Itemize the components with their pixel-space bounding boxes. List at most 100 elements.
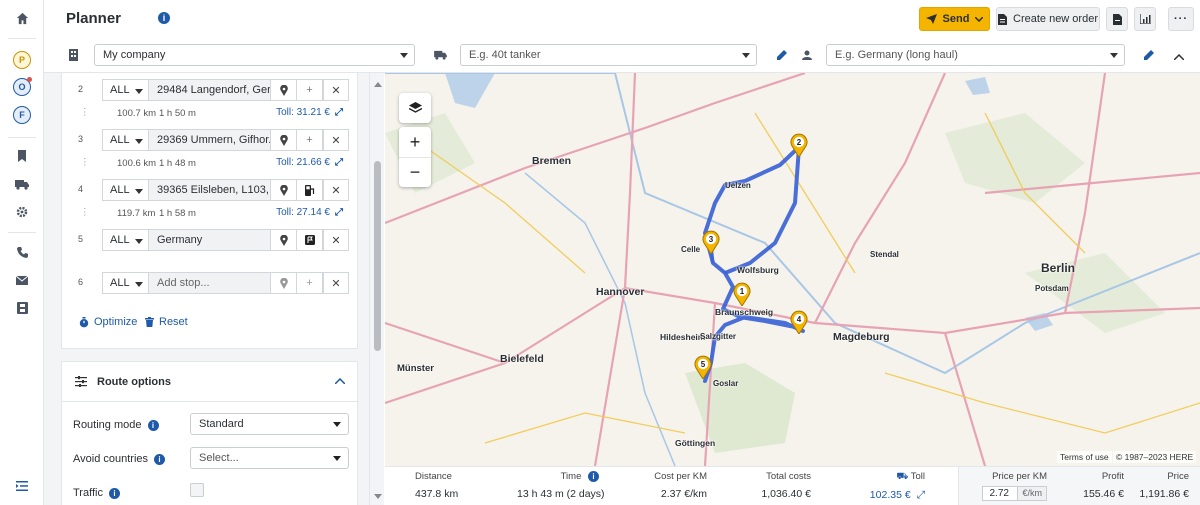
leg-time: 1 h 50 m xyxy=(159,108,196,119)
building-icon xyxy=(69,49,78,64)
stop-address-input[interactable]: 39365 Eilsleben, L103, ... xyxy=(148,179,271,201)
stop-address-input[interactable]: 29369 Ummern, Gifhor... xyxy=(148,129,271,151)
route-marker-3[interactable]: 3 xyxy=(702,230,720,254)
fuel-station-icon[interactable] xyxy=(297,179,323,201)
reset-button[interactable]: Reset xyxy=(145,316,188,328)
expand-icon[interactable]: ⤢ xyxy=(335,107,343,118)
truck-icon[interactable] xyxy=(0,171,44,197)
info-icon[interactable]: i xyxy=(154,453,166,465)
add-stop-input[interactable]: Add stop... xyxy=(148,272,271,294)
total-costs-summary: Total costs 1,036.40 € xyxy=(741,471,811,500)
pin-icon[interactable] xyxy=(271,129,297,151)
gear-icon[interactable] xyxy=(0,199,44,225)
send-button[interactable]: Send xyxy=(919,7,990,31)
collapse-panel-icon[interactable] xyxy=(0,473,44,499)
pin-icon[interactable] xyxy=(271,272,297,294)
pin-icon[interactable] xyxy=(271,229,297,251)
route-map[interactable]: 2 3 1 4 5 Bremen Hannover Bielefeld Magd… xyxy=(385,73,1200,466)
panel-scrollbar[interactable] xyxy=(369,73,384,505)
flag-icon[interactable] xyxy=(297,229,323,251)
leg-toll[interactable]: Toll: 27.14 € xyxy=(276,207,330,218)
company-select[interactable]: My company xyxy=(94,44,415,66)
scroll-up-icon[interactable] xyxy=(374,82,382,87)
remove-stop-icon[interactable]: ✕ xyxy=(323,179,349,201)
add-icon[interactable]: + xyxy=(297,272,323,294)
routing-mode-select[interactable]: Standard xyxy=(190,413,349,435)
add-icon[interactable]: + xyxy=(297,79,323,101)
profile-select[interactable]: E.g. Germany (long haul) xyxy=(826,44,1125,66)
company-value: My company xyxy=(103,49,166,61)
route-options-header[interactable]: Route options xyxy=(62,362,359,402)
info-icon[interactable]: i xyxy=(108,487,120,499)
chart-button[interactable] xyxy=(1134,7,1156,31)
expand-icon[interactable]: ⤢ xyxy=(335,157,343,168)
terms-of-use-link[interactable]: Terms of use xyxy=(1057,451,1112,463)
mail-icon[interactable] xyxy=(0,267,44,293)
stop-number: 3 xyxy=(78,134,84,144)
remove-stop-icon[interactable]: ✕ xyxy=(323,272,349,294)
scroll-down-icon[interactable] xyxy=(374,494,382,499)
stop-type-select[interactable]: ALL xyxy=(102,129,148,151)
route-marker-5[interactable]: 5 xyxy=(694,355,712,379)
route-marker-2[interactable]: 2 xyxy=(790,133,808,157)
stop-type-select[interactable]: ALL xyxy=(102,179,148,201)
zoom-out-button[interactable]: − xyxy=(399,157,431,187)
zoom-in-button[interactable]: + xyxy=(399,127,431,157)
layers-control[interactable] xyxy=(399,93,431,123)
route-marker-label: 5 xyxy=(701,360,706,369)
phone-icon[interactable] xyxy=(0,239,44,265)
info-icon[interactable]: i xyxy=(158,12,170,24)
bookmark-icon[interactable] xyxy=(0,143,44,169)
header: Planner i Send Create new order ··· xyxy=(44,0,1200,38)
stop-number: 2 xyxy=(78,84,84,94)
price-per-km-input[interactable]: 2.72 €/km xyxy=(982,486,1047,501)
pin-icon[interactable] xyxy=(271,79,297,101)
route-marker-4[interactable]: 4 xyxy=(790,310,808,334)
leg-time: 1 h 58 m xyxy=(159,208,196,219)
leg-toll[interactable]: Toll: 31.21 € xyxy=(276,107,330,118)
optimize-button[interactable]: Optimize xyxy=(79,316,137,328)
avatar-p[interactable]: P xyxy=(13,51,31,69)
chevron-up-icon[interactable] xyxy=(1173,49,1185,63)
left-panel: 2 ALL 29484 Langendorf, Ger... + ✕ ⋮ 100… xyxy=(44,73,369,505)
city-label: Bremen xyxy=(532,155,572,167)
stop-address-input[interactable]: Germany xyxy=(148,229,271,251)
film-icon[interactable] xyxy=(0,295,44,321)
toll-value[interactable]: 102.35 € xyxy=(870,489,911,501)
cost-per-km-label: Cost per KM xyxy=(654,471,707,482)
avatar-f[interactable]: F xyxy=(13,106,31,124)
scroll-thumb[interactable] xyxy=(374,161,381,351)
stop-type-select[interactable]: ALL xyxy=(102,229,148,251)
expand-icon[interactable]: ⤢ xyxy=(917,489,925,501)
expand-icon[interactable]: ⤢ xyxy=(335,207,343,218)
info-icon[interactable]: i xyxy=(588,471,599,482)
add-icon[interactable]: + xyxy=(297,129,323,151)
stop-type-select[interactable]: ALL xyxy=(102,272,148,294)
total-costs-value: 1,036.40 € xyxy=(761,488,811,500)
edit-vehicle-icon[interactable] xyxy=(777,49,787,63)
home-icon[interactable] xyxy=(0,5,44,31)
traffic-checkbox[interactable] xyxy=(190,483,204,497)
chevron-up-icon[interactable] xyxy=(335,378,345,384)
city-label: Celle xyxy=(681,245,701,254)
remove-stop-icon[interactable]: ✕ xyxy=(323,79,349,101)
report-button[interactable] xyxy=(1106,7,1128,31)
remove-stop-icon[interactable]: ✕ xyxy=(323,229,349,251)
route-marker-1[interactable]: 1 xyxy=(733,282,751,306)
leg-toll[interactable]: Toll: 21.66 € xyxy=(276,157,330,168)
remove-stop-icon[interactable]: ✕ xyxy=(323,129,349,151)
avoid-countries-select[interactable]: Select... xyxy=(190,447,349,469)
more-options-button[interactable]: ··· xyxy=(1168,7,1194,31)
layers-icon[interactable] xyxy=(399,93,431,123)
stops-card: 2 ALL 29484 Langendorf, Ger... + ✕ ⋮ 100… xyxy=(61,73,358,349)
profit-label: Profit xyxy=(1101,471,1124,482)
create-new-order-button[interactable]: Create new order xyxy=(996,7,1100,31)
stop-number: 5 xyxy=(78,234,84,244)
pin-icon[interactable] xyxy=(271,179,297,201)
stop-type-select[interactable]: ALL xyxy=(102,79,148,101)
edit-profile-icon[interactable] xyxy=(1144,49,1154,63)
stop-address-input[interactable]: 29484 Langendorf, Ger... xyxy=(148,79,271,101)
info-icon[interactable]: i xyxy=(147,419,159,431)
vehicle-select[interactable]: E.g. 40t tanker xyxy=(460,44,757,66)
leg-time: 1 h 48 m xyxy=(159,158,196,169)
